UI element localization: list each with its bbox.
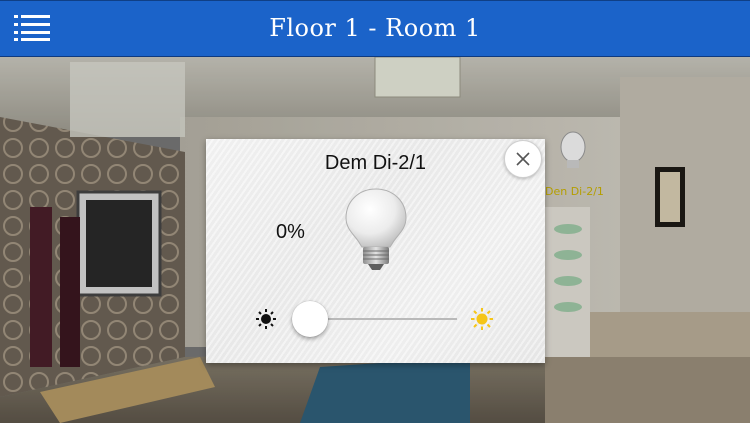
dimmer-level-text: 0%	[276, 221, 305, 243]
app-header: Floor 1 - Room 1	[0, 0, 750, 57]
dimmer-dialog: Dem Di-2/1 0%	[206, 139, 545, 363]
sun-dark-icon	[256, 309, 276, 329]
close-icon	[516, 152, 530, 166]
page-title: Floor 1 - Room 1	[269, 14, 481, 42]
close-button[interactable]	[504, 140, 542, 178]
slider-thumb[interactable]	[292, 301, 328, 337]
slider-track[interactable]	[314, 318, 457, 320]
dialog-title: Dem Di-2/1	[324, 152, 427, 174]
sun-bright-icon	[471, 308, 493, 330]
light-bulb-icon[interactable]	[344, 187, 408, 271]
brightness-slider[interactable]	[256, 301, 496, 337]
